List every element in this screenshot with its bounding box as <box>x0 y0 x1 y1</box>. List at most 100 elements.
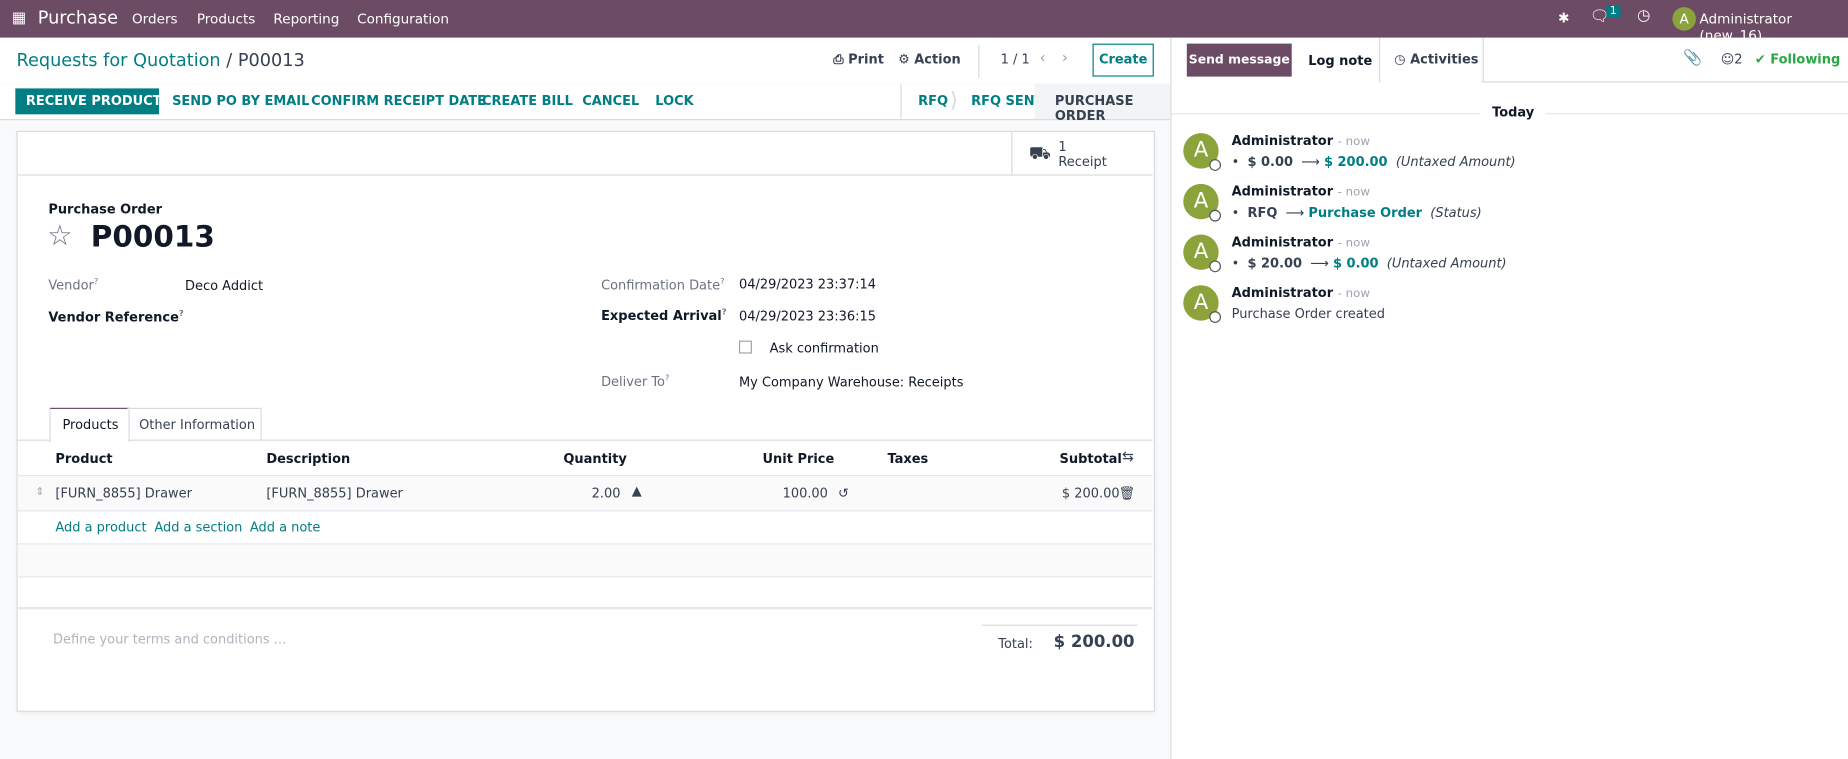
stage-rfq-sent[interactable]: RFQ SENT <box>971 93 1043 108</box>
confirmation-date-value: 04/29/2023 23:37:14 <box>738 276 877 293</box>
empty-row <box>17 543 1153 578</box>
tab-other-information-label: Other Information <box>139 417 256 433</box>
author-name[interactable]: Administrator <box>1232 184 1334 199</box>
pager-value[interactable]: 1 / 1 <box>1001 52 1030 67</box>
activities-label: Activities <box>1410 51 1479 68</box>
message: A Administrator - now • $ 20.00 ⟶ $ 0.00… <box>1183 234 1843 282</box>
chatter: Send message Log note ◷ Activities 📎 ☺2 … <box>1170 37 1848 759</box>
cell-description[interactable]: [FURN_8855] Drawer <box>266 486 403 501</box>
breadcrumb-current: P00013 <box>237 49 305 71</box>
gear-icon: ⚙ <box>898 51 910 68</box>
cell-product[interactable]: [FURN_8855] Drawer <box>55 486 192 501</box>
check-icon: ✔ <box>1754 51 1766 68</box>
author-name[interactable]: Administrator <box>1232 285 1334 300</box>
tab-products[interactable]: Products <box>49 407 130 442</box>
divider <box>17 174 1153 176</box>
action-button[interactable]: ⚙ Action <box>898 52 961 67</box>
message-time: - now <box>1337 287 1370 301</box>
send-message-button[interactable]: Send message <box>1186 43 1292 77</box>
terms-input[interactable]: Define your terms and conditions ... <box>53 632 286 647</box>
confirm-receipt-date-button[interactable]: CONFIRM RECEIPT DATE <box>311 93 486 108</box>
vendor-reference-input[interactable] <box>185 304 539 328</box>
column-unit-price[interactable]: Unit Price <box>763 451 835 466</box>
author-avatar[interactable]: A <box>1183 133 1221 171</box>
cell-unit-price[interactable]: 100.00 <box>783 486 828 501</box>
add-section-link[interactable]: Add a section <box>154 520 242 535</box>
apps-menu-icon[interactable]: ▦ <box>12 9 26 27</box>
divider <box>1481 81 1848 83</box>
bug-icon[interactable]: ✱ <box>1558 9 1569 25</box>
tracking-value: • RFQ ⟶ Purchase Order (Status) <box>1231 205 1482 221</box>
stage-rfq[interactable]: RFQ <box>918 93 948 108</box>
deliver-to-field[interactable]: My Company Warehouse: Receipts <box>739 375 963 390</box>
breadcrumb-parent[interactable]: Requests for Quotation <box>16 49 220 70</box>
print-button[interactable]: ⎙ Print <box>833 52 884 68</box>
receipt-count: 1 <box>1058 139 1067 155</box>
trash-icon[interactable]: 🗑 <box>1118 486 1134 501</box>
message: A Administrator - now • RFQ ⟶ Purchase O… <box>1183 183 1843 231</box>
menu-orders[interactable]: Orders <box>132 11 178 27</box>
cancel-button[interactable]: CANCEL <box>582 93 639 108</box>
log-note-button[interactable]: Log note <box>1308 53 1372 68</box>
expected-arrival-label: Expected Arrival? <box>601 307 727 324</box>
activities-button[interactable]: ◷ Activities <box>1378 37 1484 83</box>
paperclip-icon[interactable]: 📎 <box>1683 49 1702 67</box>
ask-confirmation-checkbox[interactable] <box>738 340 752 354</box>
divider <box>900 83 902 120</box>
column-description[interactable]: Description <box>266 451 350 466</box>
vendor-reference-label: Vendor Reference? <box>48 308 184 325</box>
column-product[interactable]: Product <box>55 451 112 466</box>
statusbar: RECEIVE PRODUCTS SEND PO BY EMAIL CONFIR… <box>0 83 1171 124</box>
arrow-icon: ⟶ <box>1301 154 1320 170</box>
star-icon[interactable]: ☆ <box>47 219 72 252</box>
vendor-field[interactable]: Deco Addict <box>185 278 263 293</box>
clock-icon[interactable]: ◷ <box>1637 7 1650 25</box>
receipt-smart-button[interactable]: ⛟ 1 Receipt <box>1011 131 1154 175</box>
app-name[interactable]: Purchase <box>38 7 118 28</box>
cell-subtotal: $ 200.00 <box>1061 485 1120 501</box>
arrow-icon: ⟶ <box>1310 255 1329 272</box>
receive-products-label[interactable]: RECEIVE PRODUCTS <box>26 93 171 108</box>
cell-quantity[interactable]: 2.00 <box>592 486 621 501</box>
pager-prev-icon[interactable]: ‹ <box>1039 49 1045 67</box>
message-body: Purchase Order created <box>1231 306 1385 322</box>
optional-columns-icon[interactable]: ⇆ <box>1122 448 1134 465</box>
arrow-icon: ⟶ <box>1285 205 1305 221</box>
column-quantity[interactable]: Quantity <box>563 451 627 466</box>
author-avatar[interactable]: A <box>1183 234 1221 273</box>
avatar[interactable]: A <box>1672 7 1696 31</box>
stage-sep: ⟩ <box>949 88 959 114</box>
clock-icon: ◷ <box>1394 51 1406 68</box>
author-avatar[interactable]: A <box>1183 285 1221 323</box>
record-type-label: Purchase Order <box>48 201 163 217</box>
create-bill-button[interactable]: CREATE BILL <box>482 93 573 108</box>
record-name: P00013 <box>90 219 215 254</box>
author-name[interactable]: Administrator <box>1232 235 1334 250</box>
tracking-value: • $ 20.00 ⟶ $ 0.00 (Untaxed Amount) <box>1231 255 1507 272</box>
pager-next-icon[interactable]: › <box>1062 49 1068 67</box>
stage-purchase-order[interactable]: PURCHASE ORDER <box>1055 93 1170 124</box>
column-subtotal[interactable]: Subtotal <box>1060 451 1122 466</box>
following-button[interactable]: ✔ Following <box>1755 52 1840 67</box>
divider <box>978 44 980 78</box>
followers-button[interactable]: ☺2 <box>1721 52 1743 67</box>
menu-products[interactable]: Products <box>197 11 256 27</box>
author-avatar[interactable]: A <box>1183 183 1221 222</box>
menu-reporting[interactable]: Reporting <box>273 11 339 27</box>
history-icon[interactable]: ↺ <box>838 486 849 501</box>
create-button[interactable]: Create <box>1092 43 1154 77</box>
add-note-link[interactable]: Add a note <box>250 520 320 535</box>
menu-configuration[interactable]: Configuration <box>357 11 449 27</box>
divider <box>981 624 1138 626</box>
message-time: - now <box>1337 186 1370 200</box>
add-product-link[interactable]: Add a product <box>55 520 146 535</box>
drag-handle-icon[interactable]: ⇕ <box>35 487 44 499</box>
forecast-chart-icon[interactable]: ▲ <box>632 483 642 498</box>
tab-other-information[interactable]: Other Information <box>127 407 262 441</box>
expected-arrival-input[interactable]: 04/29/2023 23:36:15 <box>739 309 876 324</box>
author-name[interactable]: Administrator <box>1232 133 1334 148</box>
send-po-by-email-button[interactable]: SEND PO BY EMAIL <box>172 93 309 108</box>
lock-button[interactable]: LOCK <box>655 93 693 108</box>
total-label: Total: <box>998 636 1033 652</box>
column-taxes[interactable]: Taxes <box>887 451 928 466</box>
